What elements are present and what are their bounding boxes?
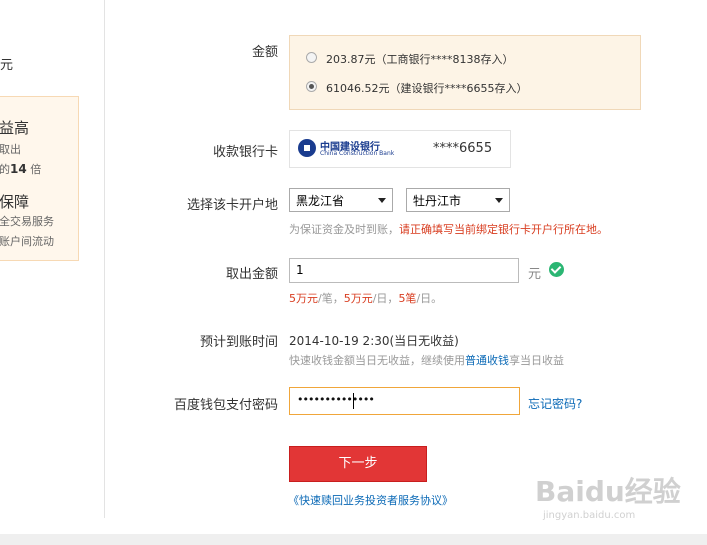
next-button[interactable]: 下一步 (289, 446, 427, 482)
city-chevron-down-icon (495, 198, 503, 203)
province-select[interactable]: 黑龙江省 (289, 188, 393, 212)
bank-name-en: China Construction Bank (320, 150, 395, 157)
arrival-time: 2014-10-19 2:30(当日无收益) (289, 334, 459, 348)
page-footer-strip (0, 534, 707, 545)
card-label: 收款银行卡 (212, 145, 278, 160)
withdraw-amount-input[interactable]: 1 (289, 258, 519, 283)
card-number: ****6655 (433, 141, 493, 156)
city-value: 牡丹江市 (413, 194, 462, 208)
amount-label: 金额 (251, 45, 278, 60)
watermark-url: jingyan.baidu.com (543, 510, 636, 521)
promo-line-1: 取出 (0, 143, 21, 156)
password-label: 百度钱包支付密码 (173, 398, 278, 413)
city-select[interactable]: 牡丹江市 (406, 188, 510, 212)
location-label: 选择该卡开户地 (186, 198, 278, 213)
arrival-hint: 快速收钱金额当日无收益，继续使用普通收钱享当日收益 (289, 354, 564, 367)
location-hint: 为保证资金及时到账，请正确填写当前绑定银行卡开户行所在地。 (289, 223, 608, 236)
promo-line-3: 全交易服务 (0, 215, 54, 228)
arrival-label: 预计到账时间 (199, 335, 278, 350)
amount-option-label-ccb[interactable]: 61046.52元（建设银行****6655存入） (326, 80, 527, 96)
valid-check-icon (549, 262, 564, 277)
sidebar-promo-box: 益高 取出 的14 倍 保障 全交易服务 账户间流动 (0, 96, 79, 261)
bank-card-display: 中国建设银行 China Construction Bank ****6655 (289, 130, 511, 168)
normal-withdraw-link[interactable]: 普通收钱 (465, 354, 509, 367)
promo-title-security: 保障 (0, 193, 30, 211)
promo-title-earnings: 益高 (0, 119, 30, 137)
password-mask: •••••••••••••• (297, 393, 375, 406)
text-cursor (353, 393, 354, 409)
ccb-logo-icon (298, 139, 316, 157)
agreement-link[interactable]: 《快速赎回业务投资者服务协议》 (288, 492, 453, 508)
amount-option-radio-icbc[interactable] (306, 52, 317, 63)
amount-option-radio-ccb[interactable] (306, 81, 317, 92)
province-chevron-down-icon (378, 198, 386, 203)
promo-line-4: 账户间流动 (0, 235, 54, 248)
promo-line-2: 的14 倍 (0, 162, 42, 176)
amount-option-label-icbc[interactable]: 203.87元（工商银行****8138存入） (326, 51, 513, 67)
watermark-main: Baidu经验 (535, 475, 681, 508)
password-input[interactable]: •••••••••••••• (289, 387, 520, 415)
amount-options-box: 203.87元（工商银行****8138存入） 61046.52元（建设银行**… (289, 35, 641, 110)
province-value: 黑龙江省 (296, 194, 345, 208)
forgot-password-link[interactable]: 忘记密码? (528, 395, 582, 412)
withdraw-limits: 5万元/笔，5万元/日，5笔/日。 (289, 292, 443, 305)
withdraw-label: 取出金额 (225, 267, 278, 282)
sidebar-unit-text: 元 (0, 58, 14, 73)
withdraw-unit: 元 (528, 267, 542, 282)
